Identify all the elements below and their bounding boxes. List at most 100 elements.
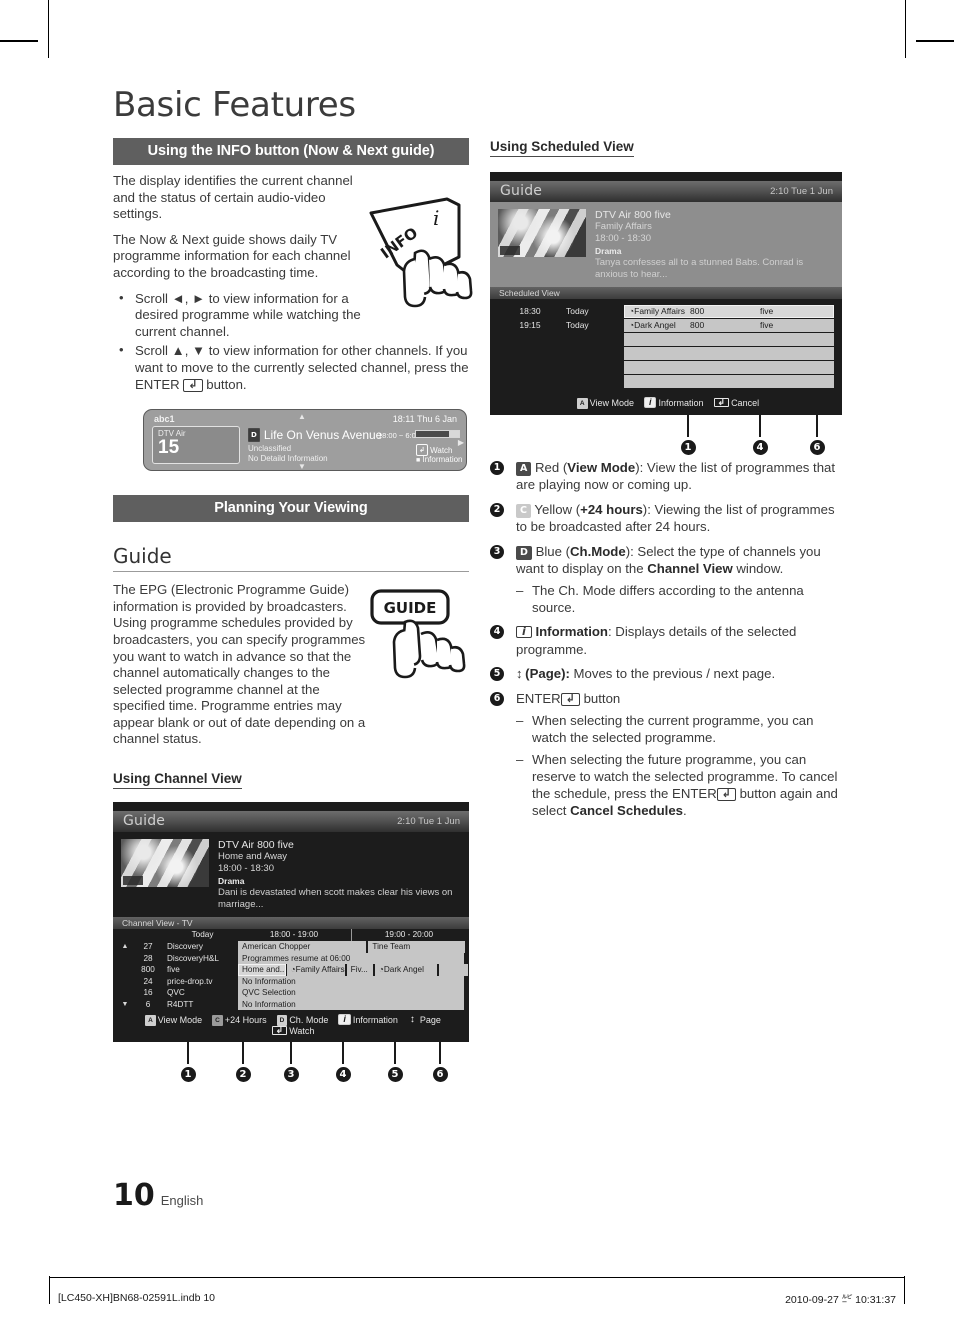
callout-stem xyxy=(439,1042,441,1065)
table-row[interactable]: 18:30 Today ◔Family Affairs 800 five xyxy=(494,305,834,318)
schedule-cell[interactable] xyxy=(624,361,834,374)
info-screen-clock: 18:11 Thu 6 Jan xyxy=(392,414,457,425)
scheduled-view-channel: DTV Air 800 five xyxy=(595,209,671,221)
programme-cell[interactable]: Programmes resume at 06:00 xyxy=(238,952,465,965)
callout-stem xyxy=(290,1042,292,1065)
page-number-block: 10 English xyxy=(113,1178,203,1213)
channel-view-thumbnail xyxy=(121,839,209,888)
footer-action[interactable]: i Information xyxy=(643,397,704,408)
schedule-cell[interactable]: ◔Dark Angel 800 five xyxy=(624,319,834,332)
info-screen-progress-bar xyxy=(415,430,460,439)
channel-view-grid: Today 18:00 - 19:00 19:00 - 20:00 ▲ 27 Dis… xyxy=(113,929,469,1011)
channel-name: price-drop.tv xyxy=(167,976,213,986)
callout-number: 1 xyxy=(180,1067,196,1083)
schedule-programme: ◔Dark Angel xyxy=(629,320,676,330)
channel-number: 24 xyxy=(143,976,153,986)
table-row[interactable]: ▲ 27 Discovery American Chopper Tine Team xyxy=(117,941,466,953)
table-row[interactable]: 24 price-drop.tv No Information xyxy=(117,975,465,988)
programme-cell[interactable] xyxy=(439,964,469,976)
footer-tick-right xyxy=(904,1276,905,1304)
scheduled-view-screen: Guide 2:10 Tue 1 Jun DTV Air 800 five Fa… xyxy=(490,172,842,415)
schedule-programme xyxy=(629,375,690,388)
table-row[interactable] xyxy=(494,361,834,374)
footer-tick-left xyxy=(49,1276,50,1304)
red-chip-icon: A xyxy=(576,398,588,409)
footer-action[interactable]: A View Mode xyxy=(145,1015,202,1027)
scheduled-view-synopsis: Tanya confesses all to a stunned Babs. C… xyxy=(595,257,804,280)
scheduled-view-list: 18:30 Today ◔Family Affairs 800 five 19:15 Tod… xyxy=(490,299,842,391)
programme-cell[interactable]: QVC Selection xyxy=(238,987,465,999)
scheduled-view-titlebar: Guide 2:10 Tue 1 Jun xyxy=(490,181,842,202)
info-screen-action-information: Information xyxy=(422,455,463,465)
schedule-programme xyxy=(629,333,690,346)
table-row[interactable]: 28 DiscoveryH&L Programmes resume at 06:00 xyxy=(117,952,465,965)
callout-number: 5 xyxy=(387,1067,403,1083)
programme-cell[interactable]: No Information xyxy=(238,975,465,988)
table-row[interactable] xyxy=(494,347,834,360)
schedule-channel xyxy=(690,347,760,360)
schedule-cell[interactable] xyxy=(624,333,834,346)
info-screen-action-watch: Watch xyxy=(430,446,453,456)
scheduled-view-subbar: Scheduled View xyxy=(490,287,842,299)
key-item-6-note-1: When selecting the current programme, yo… xyxy=(516,712,842,746)
programme-cell[interactable]: ◔Dark Angel xyxy=(374,964,439,976)
page-number: 10 xyxy=(113,1178,155,1213)
key-item-3-note: The Ch. Mode differs according to the an… xyxy=(516,582,842,616)
footer-action-label: View Mode xyxy=(589,398,634,408)
programme-cell[interactable]: ◔Family Affairs xyxy=(286,964,346,976)
footer-action[interactable]: ↲ Watch xyxy=(271,1026,314,1036)
info-paragraph-2: The Now & Next guide shows daily TV prog… xyxy=(113,231,351,280)
programme-cell[interactable]: Tine Team xyxy=(368,941,466,953)
table-row[interactable]: ▼ 6 R4DTT No Information xyxy=(117,998,465,1011)
callout-marker: 2 xyxy=(235,1042,251,1083)
table-row[interactable]: 16 QVC QVC Selection xyxy=(117,987,465,999)
schedule-cell[interactable] xyxy=(624,347,834,360)
footer-action[interactable]: D Ch. Mode xyxy=(276,1015,329,1027)
programme-cells: Home and... ◔Family Affairs Fiv... ◔Dark An… xyxy=(238,964,469,976)
footer-action[interactable]: ↲ Cancel xyxy=(713,398,760,408)
footer-action-label: Ch. Mode xyxy=(289,1015,329,1026)
footer-action-label: Information xyxy=(352,1015,398,1026)
schedule-time: 18:30 xyxy=(519,306,541,316)
channel-view-synopsis: Dani is devastated when scott makes clea… xyxy=(218,887,453,911)
schedule-cell[interactable]: ◔Family Affairs 800 five xyxy=(624,305,834,318)
channel-view-grid-header: Today 18:00 - 19:00 19:00 - 20:00 xyxy=(117,929,465,942)
schedule-programme: ◔Family Affairs xyxy=(629,306,685,316)
callout-badge-4: 4 xyxy=(490,625,504,640)
scheduled-view-key-list: 1 A Red (View Mode): View the list of pr… xyxy=(490,459,842,819)
channel-view-channel: DTV Air 800 five xyxy=(218,839,294,852)
channel-number: 28 xyxy=(143,953,153,963)
schedule-cell[interactable] xyxy=(624,375,834,388)
programme-cell[interactable]: No Information xyxy=(238,998,465,1011)
channel-view-top-strip xyxy=(113,802,469,812)
table-row[interactable] xyxy=(494,333,834,346)
programme-cells: No Information xyxy=(238,998,465,1011)
table-row[interactable]: 800 five Home and... ◔Family Affairs Fiv... ◔… xyxy=(117,964,469,976)
callout-number: 1 xyxy=(680,440,696,455)
information-button-icon: i xyxy=(516,626,532,639)
footer-action[interactable]: i Information xyxy=(338,1014,398,1026)
table-row[interactable]: 19:15 Today ◔Dark Angel 800 five xyxy=(494,319,834,332)
programme-cells: American Chopper Tine Team xyxy=(238,941,466,953)
programme-cell[interactable]: Fiv... xyxy=(346,964,374,976)
yellow-chip-icon: C xyxy=(212,1015,223,1027)
information-square-icon: ■ xyxy=(416,457,421,465)
svg-text:GUIDE: GUIDE xyxy=(384,599,437,617)
programme-cell[interactable]: Home and... xyxy=(238,964,286,976)
crop-tick-top-left xyxy=(0,40,38,42)
row-scroll-arrow-icon xyxy=(117,964,133,976)
table-row[interactable] xyxy=(494,375,834,388)
scheduled-view-datetime: 2:10 Tue 1 Jun xyxy=(770,186,833,197)
scheduled-view-callouts: 1 4 6 xyxy=(490,415,842,457)
footer-action[interactable]: C +24 Hours xyxy=(212,1015,267,1027)
footer-action[interactable]: ↕ Page xyxy=(408,1014,441,1026)
info-screen-progress-fill xyxy=(449,431,459,438)
page-chip-icon: ↕ xyxy=(409,1014,415,1026)
callout-marker: 3 xyxy=(283,1042,299,1083)
scheduled-view-detail: DTV Air 800 five Family Affairs 18:00 - … xyxy=(490,202,842,287)
info-screen-channel-box: DTV Air 15 xyxy=(152,426,240,465)
footer-action[interactable]: A View Mode xyxy=(576,398,634,409)
footer-action-label: Cancel xyxy=(731,398,760,408)
channel-view-footer: A View Mode C +24 Hours D Ch. Mode i Informatio… xyxy=(113,1010,469,1043)
programme-cell[interactable]: American Chopper xyxy=(238,941,368,953)
